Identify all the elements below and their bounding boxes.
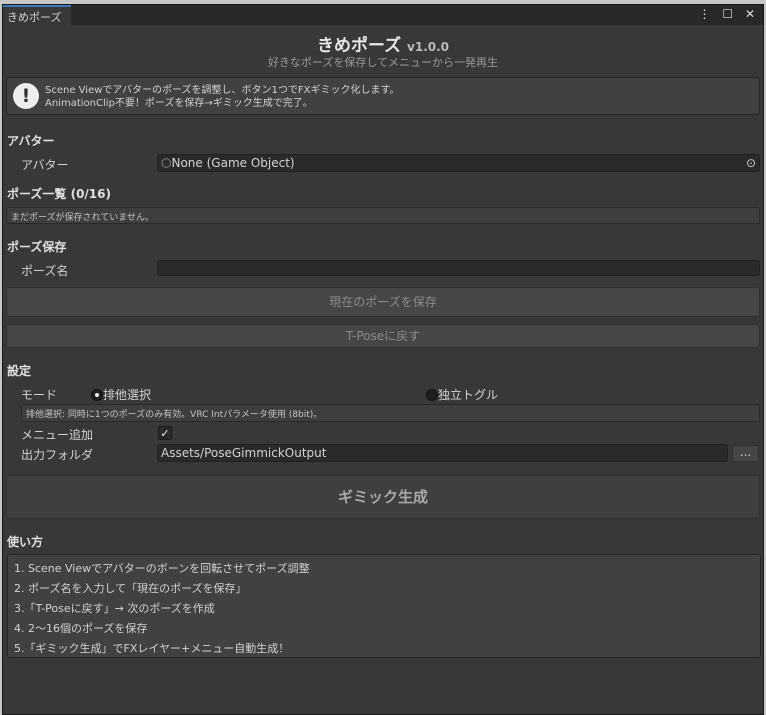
usage-step: 3.「T-Poseに戻す」→ 次のポーズを作成: [14, 602, 215, 615]
object-picker-icon[interactable]: ⊙: [746, 156, 756, 170]
mode-info: 排他選択: 同時に1つのポーズのみ有効。VRC Intパラメータ使用 (8bit…: [21, 404, 760, 422]
help-line-1: Scene Viewでアバターのポーズを調整し、ボタン1つでFXギミック化します…: [45, 85, 400, 96]
browse-button[interactable]: ...: [732, 445, 759, 462]
page-title: きめポーズ v1.0.0: [3, 31, 763, 56]
section-usage: 使い方: [7, 535, 44, 549]
mode-label: モード: [21, 388, 58, 402]
editor-window: きめポーズ ⋮ ☐ ✕ きめポーズ v1.0.0 好きなポーズを保存してメニュー…: [2, 4, 764, 715]
output-folder-input[interactable]: Assets/PoseGimmickOutput: [157, 444, 728, 462]
section-settings: 設定: [7, 364, 32, 378]
pose-name-label: ポーズ名: [21, 264, 69, 278]
save-pose-button[interactable]: 現在のポーズを保存: [6, 287, 760, 317]
usage-step: 2. ポーズ名を入力して「現在のポーズを保存」: [14, 582, 247, 595]
menu-add-label: メニュー追加: [21, 428, 94, 442]
mode-radio-exclusive[interactable]: 排他選択: [91, 386, 151, 403]
usage-step: 5.「ギミック生成」でFXレイヤー+メニュー自動生成！: [14, 642, 290, 655]
title-text: きめポーズ: [316, 36, 402, 56]
usage-box: 1. Scene Viewでアバターのボーンを回転させてポーズ調整 2. ポーズ…: [7, 554, 761, 658]
mode-radio-toggle[interactable]: 独立トグル: [426, 386, 498, 403]
usage-step: 1. Scene Viewでアバターのボーンを回転させてポーズ調整: [14, 562, 310, 575]
section-avatar: アバター: [7, 134, 55, 148]
version-label: v1.0.0: [407, 40, 450, 54]
subtitle: 好きなポーズを保存してメニューから一発再生: [267, 56, 499, 69]
avatar-object-field[interactable]: ⬡None (Game Object) ⊙: [157, 154, 760, 172]
tab-bar: きめポーズ ⋮ ☐ ✕: [3, 5, 763, 25]
info-icon: !: [13, 83, 39, 109]
generate-gimmick-button[interactable]: ギミック生成: [6, 475, 760, 519]
menu-add-checkbox[interactable]: ✓: [158, 426, 172, 440]
radio-selected-icon: [91, 389, 103, 401]
tpose-button[interactable]: T-Poseに戻す: [6, 324, 760, 348]
close-icon[interactable]: ✕: [745, 7, 759, 21]
help-line-2: AnimationClip不要！ポーズを保存→ギミック生成で完了。: [45, 98, 313, 109]
pose-name-input[interactable]: [157, 260, 760, 276]
window-tab[interactable]: きめポーズ: [3, 5, 71, 25]
section-pose-save: ポーズ保存: [7, 240, 67, 254]
help-box: ! Scene Viewでアバターのポーズを調整し、ボタン1つでFXギミック化し…: [6, 77, 760, 115]
radio-label: 排他選択: [103, 388, 152, 402]
radio-label: 独立トグル: [438, 388, 499, 402]
radio-icon: [426, 389, 438, 401]
maximize-icon[interactable]: ☐: [722, 7, 737, 21]
output-folder-label: 出力フォルダ: [21, 448, 94, 462]
avatar-label: アバター: [21, 158, 69, 172]
pose-list-empty: まだポーズが保存されていません。: [6, 207, 760, 224]
gameobject-icon: ⬡: [161, 156, 172, 170]
menu-icon[interactable]: ⋮: [699, 7, 715, 21]
usage-step: 4. 2〜16個のポーズを保存: [14, 622, 148, 635]
section-pose-list: ポーズ一覧 (0/16): [7, 187, 111, 201]
avatar-value: None (Game Object): [171, 156, 295, 170]
